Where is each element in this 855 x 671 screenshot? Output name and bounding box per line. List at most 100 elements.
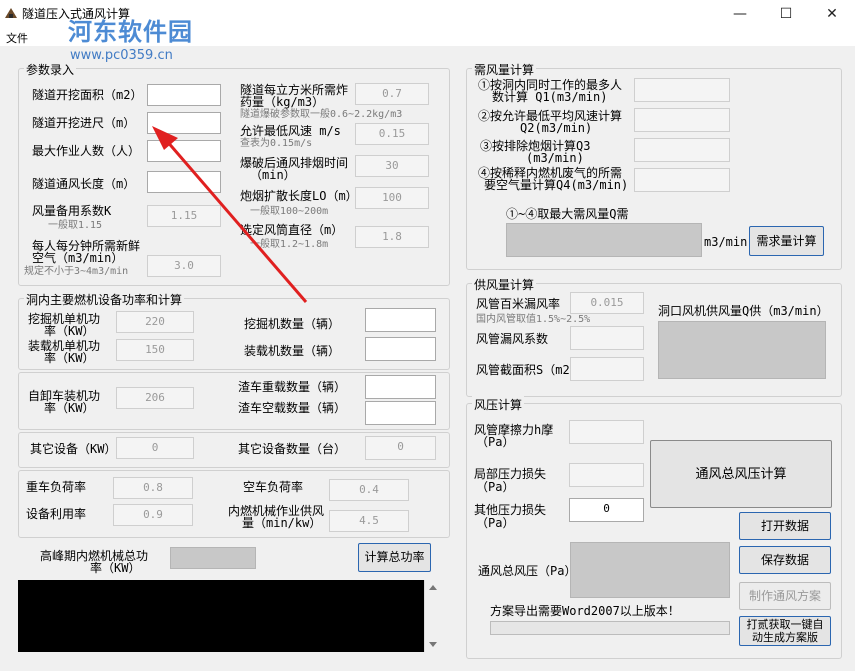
workers-input[interactable] (147, 140, 221, 162)
q2-label-2: Q2(m3/min) (520, 121, 593, 135)
smoke-len-input[interactable]: 100 (355, 187, 429, 209)
excavator-count-label: 挖掘机数量（辆） (244, 317, 341, 331)
length-label: 隧道通风长度（m） (32, 177, 136, 191)
smoke-len-label: 炮烟扩散长度LO（m） (240, 189, 358, 203)
menu-file[interactable]: 文件 (6, 30, 28, 46)
truck-empty-label: 渣车空载数量（辆） (238, 401, 347, 415)
auto-plan-label-1: 打贰获取一键自 (746, 618, 824, 631)
q-unit: m3/min (704, 235, 748, 249)
loader-count-label: 装载机数量（辆） (244, 344, 341, 358)
empty-load-label: 空车负荷率 (243, 480, 304, 494)
q3-label-2: (m3/min) (526, 151, 584, 165)
supply-label-2: 量（min/kw） (242, 516, 322, 530)
maximize-button[interactable]: ☐ (763, 0, 809, 28)
q-max-output (506, 223, 702, 257)
truck-loaded-label: 渣车重载数量（辆） (238, 380, 347, 394)
save-data-button[interactable]: 保存数据 (739, 546, 831, 574)
total-pressure-label: 通风总风压（Pa） (478, 564, 577, 578)
area-input[interactable] (147, 84, 221, 106)
leak-coef-label: 风管漏风系数 (476, 332, 549, 346)
q3-output (634, 138, 730, 162)
utilization-input[interactable]: 0.9 (113, 504, 193, 526)
friction-output (569, 420, 644, 444)
smoke-time-input[interactable]: 30 (355, 155, 429, 177)
minwind-input[interactable]: 0.15 (355, 123, 429, 145)
loader-power-input[interactable]: 150 (116, 339, 194, 361)
truck-loaded-input[interactable] (365, 375, 436, 399)
auto-plan-button[interactable]: 打贰获取一键自 动生成方案版 (739, 616, 831, 646)
q2-output (634, 108, 730, 132)
demand-calc-button[interactable]: 需求量计算 (749, 226, 824, 256)
params-group-title: 参数录入 (24, 61, 77, 78)
pressure-calc-button[interactable]: 通风总风压计算 (650, 440, 832, 508)
heavy-load-input[interactable]: 0.8 (113, 477, 193, 499)
leak-rate-label: 风管百米漏风率 (476, 297, 561, 311)
truck-empty-input[interactable] (365, 401, 436, 425)
app-icon (5, 8, 17, 18)
pressure-group-title: 风压计算 (472, 396, 525, 413)
other-count-label: 其它设备数量（台） (238, 442, 347, 456)
supply-input[interactable]: 4.5 (329, 510, 409, 532)
minwind-label: 允许最低风速 m/s (240, 124, 341, 138)
demand-group-title: 需风量计算 (472, 61, 537, 78)
watermark-title: 河东软件园 (68, 18, 193, 46)
q1-output (634, 78, 730, 102)
dumper-power-input[interactable]: 206 (116, 387, 194, 409)
spare-input[interactable]: 1.15 (147, 205, 221, 227)
heavy-load-label: 重车负荷率 (26, 480, 87, 494)
length-input[interactable] (147, 171, 221, 193)
peak-label-2: 率（KW） (90, 561, 141, 575)
minwind-note: 查表为0.15m/s (240, 138, 313, 149)
leak-rate-input[interactable]: 0.015 (570, 292, 644, 314)
peak-power-output (170, 547, 256, 569)
explosive-label-2: 药量（kg/m3） (240, 95, 325, 109)
loader-power-label-2: 率（KW） (44, 351, 95, 365)
fan-supply-label: 洞口风机供风量Q供（m3/min） (658, 304, 829, 318)
make-plan-button[interactable]: 制作通风方案 (739, 582, 831, 610)
minimize-button[interactable]: — (717, 0, 763, 28)
total-pressure-output (570, 542, 730, 598)
workers-label: 最大作业人数（人） (32, 144, 141, 158)
other-count-input[interactable]: 0 (365, 436, 436, 460)
friction-label-2: （Pa） (476, 435, 515, 449)
calc-power-button[interactable]: 计算总功率 (358, 543, 431, 572)
watermark-url: www.pc0359.cn (70, 48, 173, 63)
max-label: ①~④取最大需风量Q需 (506, 207, 629, 221)
excavator-power-label-2: 率（KW） (44, 324, 95, 338)
duct-label: 选定风筒直径（m） (240, 223, 344, 237)
duct-area-output (570, 357, 644, 381)
log-output (18, 580, 424, 652)
excavator-power-input[interactable]: 220 (116, 311, 194, 333)
fresh-note: 规定不小于3~4m3/min (24, 266, 129, 277)
smoke-time-label-2: （min） (250, 168, 296, 182)
equip-group-title: 洞内主要燃机设备功率和计算 (24, 291, 185, 308)
spare-label: 风量备用系数K (32, 204, 112, 218)
close-button[interactable]: ✕ (809, 0, 855, 28)
duct-input[interactable]: 1.8 (355, 226, 429, 248)
q4-label-2: 要空气量计算Q4(m3/min) (484, 178, 629, 192)
other-power-input[interactable]: 0 (116, 437, 194, 459)
explosive-input[interactable]: 0.7 (355, 83, 429, 105)
area-label: 隧道开挖面积（m2） (32, 88, 143, 102)
duct-area-label: 风管截面积S（m2） (476, 363, 582, 377)
advance-label: 隧道开挖进尺（m） (32, 116, 136, 130)
dumper-power-label-2: 率（KW） (44, 401, 95, 415)
excavator-count-input[interactable] (365, 308, 436, 332)
loader-count-input[interactable] (365, 337, 436, 361)
open-data-button[interactable]: 打开数据 (739, 512, 831, 540)
export-note: 方案导出需要Word2007以上版本！ (490, 604, 680, 618)
smoke-len-note: 一般取100~200m (250, 206, 329, 217)
utilization-label: 设备利用率 (26, 507, 87, 521)
other-pressure-input[interactable]: 0 (569, 498, 644, 522)
log-scrollbar[interactable] (424, 580, 441, 652)
spare-note: 一般取1.15 (48, 220, 103, 231)
duct-note: 一般取1.2~1.8m (250, 239, 329, 250)
empty-load-input[interactable]: 0.4 (329, 479, 409, 501)
q4-output (634, 168, 730, 192)
leak-rate-note: 国内风管取值1.5%~2.5% (476, 314, 591, 325)
explosive-note: 隧道爆破参数取一般0.6~2.2kg/m3 (240, 109, 403, 120)
fresh-input[interactable]: 3.0 (147, 255, 221, 277)
advance-input[interactable] (147, 112, 221, 134)
scroll-down-icon (429, 642, 437, 647)
q1-label-2: 数计算 Q1(m3/min) (492, 90, 608, 104)
